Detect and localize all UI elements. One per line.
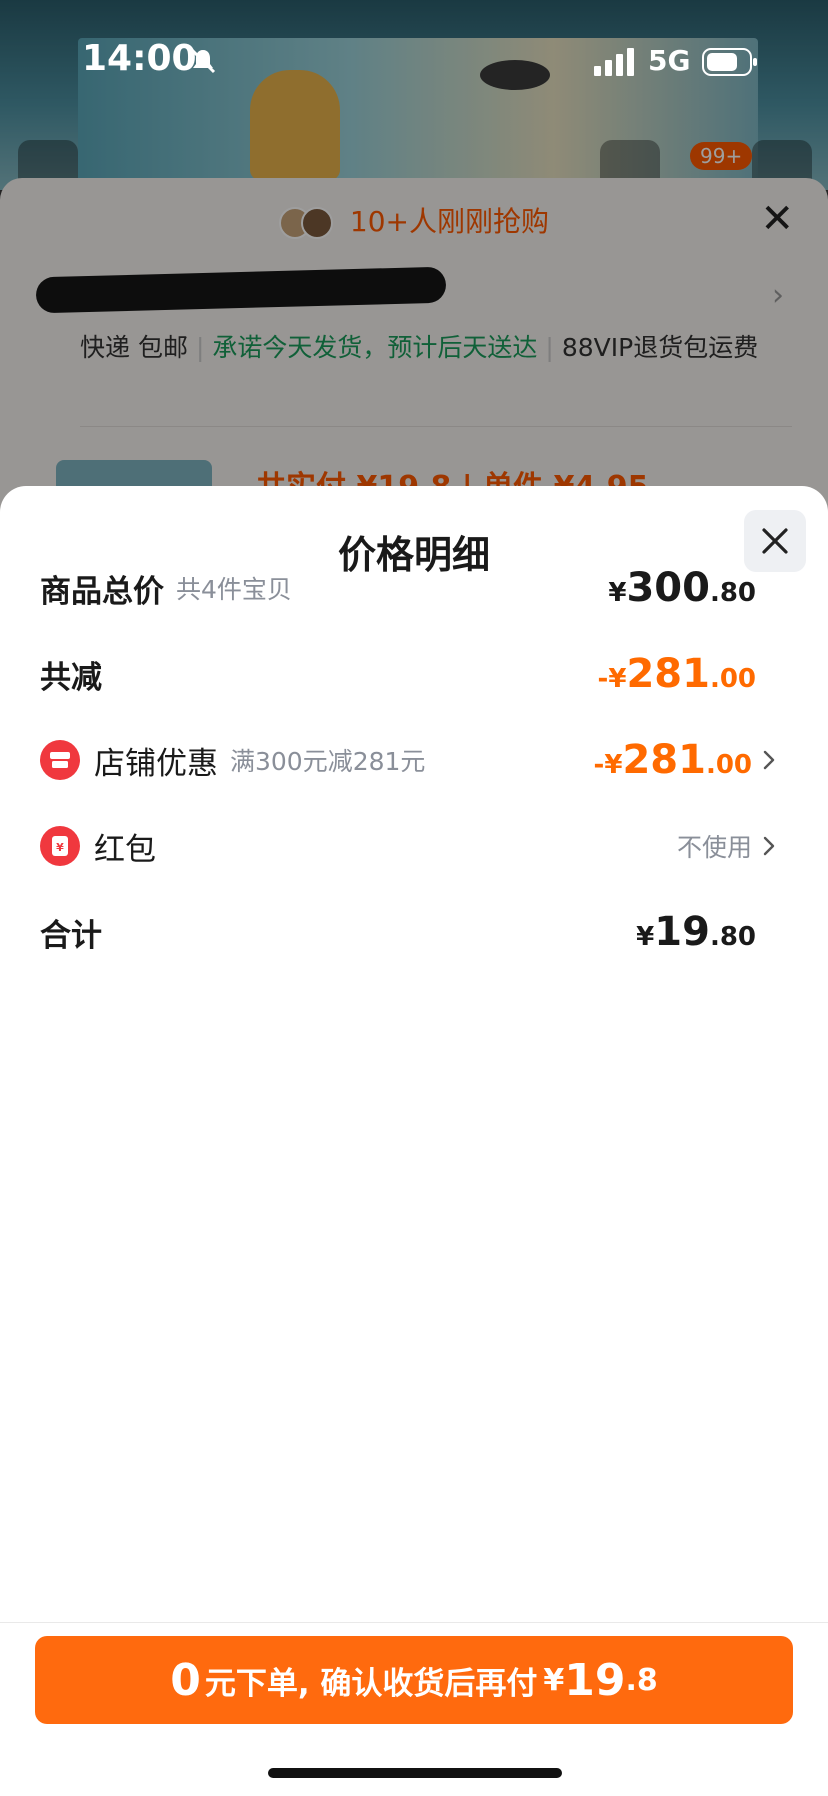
row-total-reduction: 共减 -¥281.00 bbox=[0, 644, 828, 704]
status-time: 14:00 bbox=[82, 38, 197, 79]
network-type: 5G bbox=[648, 44, 691, 77]
close-icon bbox=[762, 528, 788, 554]
red-packet-icon: ¥ bbox=[40, 826, 80, 866]
store-discount-label: 店铺优惠 bbox=[94, 745, 218, 782]
total-reduction-amount: -¥281.00 bbox=[597, 651, 756, 697]
store-discount-amount: -¥281.00 bbox=[593, 737, 752, 783]
battery-icon bbox=[702, 48, 757, 76]
goods-total-label: 商品总价 bbox=[40, 573, 164, 610]
row-goods-total: 商品总价 共4件宝贝 ¥300.80 bbox=[0, 558, 828, 618]
item-count: 共4件宝贝 bbox=[176, 575, 292, 604]
chevron-right-icon bbox=[763, 750, 775, 770]
mute-bell-icon bbox=[190, 48, 216, 74]
home-indicator[interactable] bbox=[268, 1768, 562, 1778]
status-bar: 14:00 5G bbox=[0, 0, 828, 120]
store-discount-rule: 满300元减281元 bbox=[230, 747, 426, 776]
row-store-discount[interactable]: 店铺优惠 满300元减281元 -¥281.00 bbox=[0, 730, 828, 790]
place-order-button[interactable]: 0 元下单, 确认收货后再付 ¥19.8 bbox=[35, 1636, 793, 1724]
svg-text:¥: ¥ bbox=[56, 841, 64, 854]
cellular-signal-icon bbox=[594, 48, 634, 76]
red-packet-value: 不使用 bbox=[676, 833, 752, 862]
red-packet-label: 红包 bbox=[94, 831, 156, 868]
grand-total-label: 合计 bbox=[40, 917, 102, 954]
store-icon bbox=[40, 740, 80, 780]
row-grand-total: 合计 ¥19.80 bbox=[0, 902, 828, 962]
goods-total-amount: ¥300.80 bbox=[608, 565, 756, 611]
row-red-packet[interactable]: ¥ 红包 不使用 bbox=[0, 816, 828, 876]
chevron-right-icon bbox=[763, 836, 775, 856]
price-detail-sheet: 价格明细 商品总价 共4件宝贝 ¥300.80 共减 -¥281.00 店铺优惠… bbox=[0, 486, 828, 1796]
bottom-divider bbox=[0, 1622, 828, 1623]
grand-total-amount: ¥19.80 bbox=[636, 909, 756, 955]
total-reduction-label: 共减 bbox=[40, 659, 102, 696]
